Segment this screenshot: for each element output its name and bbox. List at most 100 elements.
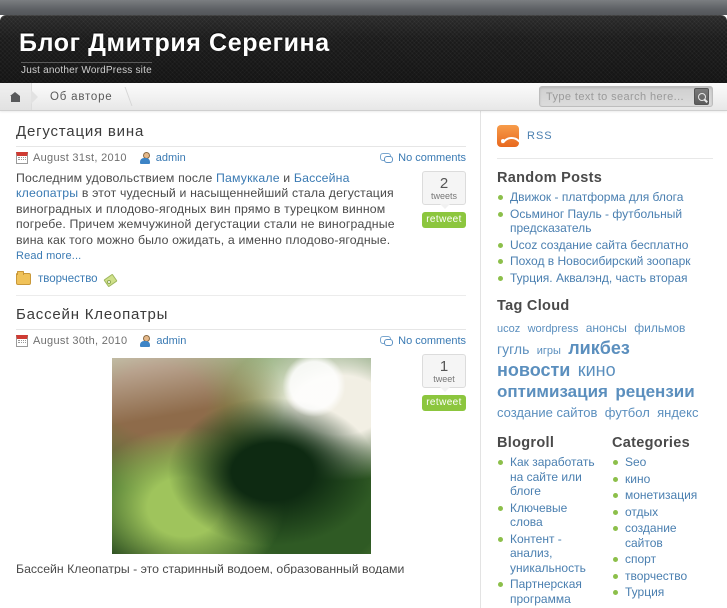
widget-title: Tag Cloud (497, 298, 570, 314)
list-item[interactable]: Ключевые слова (497, 501, 598, 532)
list-item[interactable]: кино (612, 472, 713, 489)
random-post-link[interactable]: Движок - платформа для блога (510, 190, 683, 204)
tag-link[interactable]: новости (497, 360, 570, 380)
random-post-link[interactable]: Осьминог Пауль - футбольный предсказател… (510, 207, 682, 236)
post-comments-link[interactable]: No comments (398, 152, 466, 164)
tweet-count-label: tweet (433, 374, 455, 385)
list-item[interactable]: Турция. Аквалэнд, часть вторая (497, 271, 713, 288)
list-item[interactable]: создание сайтов (612, 521, 713, 552)
site-title: Блог Дмитрия Серегина (19, 29, 330, 57)
search-icon (697, 92, 706, 101)
post-meta: August 31st, 2010 admin No comments (16, 147, 466, 171)
sidebar-columns: Blogroll Как заработать на сайте или бло… (497, 423, 713, 608)
excerpt-part-1: Последним удовольствием после (16, 171, 217, 185)
post-comments-link[interactable]: No comments (398, 335, 466, 347)
calendar-icon (16, 335, 28, 348)
random-post-link[interactable]: Поход в Новосибирский зоопарк (510, 254, 691, 268)
tag-link[interactable]: wordpress (528, 323, 579, 335)
post-excerpt: Бассейн Клеопатры - это старинный водоем… (16, 562, 405, 575)
search-input[interactable] (540, 90, 694, 103)
tag-link[interactable]: гугль (497, 341, 529, 357)
site-tagline: Just another WordPress site (21, 62, 152, 76)
post-author[interactable]: admin (156, 335, 186, 347)
inline-link-pamukkale[interactable]: Памуккале (216, 171, 280, 185)
post-author[interactable]: admin (156, 152, 186, 164)
post-body: Бассейн Клеопатры - это старинный водоем… (16, 354, 466, 574)
post-date: August 30th, 2010 (33, 335, 128, 348)
list-item[interactable]: отдых (612, 505, 713, 522)
rss-label[interactable]: RSS (527, 130, 553, 142)
blogroll-list: Как заработать на сайте или блоге Ключев… (497, 455, 598, 608)
post-title[interactable]: Дегустация вина (16, 123, 466, 147)
post-category-link[interactable]: творчество (38, 273, 98, 285)
list-item[interactable]: Осьминог Пауль - футбольный предсказател… (497, 207, 713, 238)
comment-bubble-icon (380, 152, 394, 164)
retweet-button[interactable]: retweet (422, 212, 466, 228)
category-link[interactable]: кино (625, 472, 650, 486)
post-author-link[interactable]: admin (156, 335, 186, 347)
blogroll-link[interactable]: Контент - анализ, уникальность (510, 532, 586, 575)
random-post-link[interactable]: Турция. Аквалэнд, часть вторая (510, 271, 688, 285)
tweet-count-bubble[interactable]: 1 tweet (422, 354, 466, 393)
list-item[interactable]: Поход в Новосибирский зоопарк (497, 254, 713, 271)
page-body: Дегустация вина August 31st, 2010 admin … (0, 111, 727, 608)
blogroll-link[interactable]: Как заработать на сайте или блоге (510, 455, 595, 498)
tag-link[interactable]: рецензии (615, 382, 694, 401)
tag-link[interactable]: ucoz (497, 323, 520, 335)
tag-link[interactable]: кино (578, 360, 616, 380)
tag-link[interactable]: яндекс (657, 405, 698, 420)
category-link[interactable]: монетизация (625, 488, 697, 502)
list-item[interactable]: спорт (612, 552, 713, 569)
comment-bubble-icon (380, 335, 394, 347)
tag-icon (105, 274, 117, 285)
tag-link[interactable]: оптимизация (497, 382, 608, 401)
post-author-link[interactable]: admin (156, 152, 186, 164)
read-more-link[interactable]: Read more... (16, 250, 81, 262)
rss-icon[interactable] (497, 125, 519, 147)
nav-item-home[interactable] (0, 83, 38, 110)
widget-blogroll: Blogroll Как заработать на сайте или бло… (497, 435, 598, 608)
rss-widget[interactable]: RSS (497, 125, 713, 159)
list-item[interactable]: монетизация (612, 488, 713, 505)
list-item[interactable]: Как заработать на сайте или блоге (497, 455, 598, 501)
tag-link[interactable]: игры (537, 345, 561, 357)
post-comments[interactable]: No comments (380, 335, 466, 347)
list-item[interactable]: Партнерская программа (497, 577, 598, 608)
blogroll-link[interactable]: Ключевые слова (510, 501, 567, 530)
calendar-icon (16, 152, 28, 164)
tag-link[interactable]: футбол (605, 405, 650, 420)
list-item[interactable]: Движок - платформа для блога (497, 190, 713, 207)
category-link[interactable]: Турция (625, 585, 664, 599)
category-link[interactable]: спорт (625, 552, 656, 566)
post-image[interactable] (112, 358, 371, 555)
widget-title: Random Posts (497, 170, 603, 186)
random-posts-list: Движок - платформа для блога Осьминог Па… (497, 190, 713, 287)
tag-link[interactable]: фильмов (634, 321, 685, 335)
tag-link[interactable]: создание сайтов (497, 405, 597, 420)
tag-link[interactable]: анонсы (586, 321, 627, 335)
widget-title: Blogroll (497, 435, 555, 451)
search-box[interactable] (539, 86, 713, 107)
list-item[interactable]: творчество (612, 569, 713, 586)
tag-link[interactable]: ликбез (568, 338, 630, 358)
category-link[interactable]: Seo (625, 455, 646, 469)
post-comments[interactable]: No comments (380, 152, 466, 164)
blogroll-link[interactable]: Партнерская программа (510, 577, 582, 606)
category-link[interactable]: отдых (625, 505, 658, 519)
category-link[interactable]: создание сайтов (625, 521, 677, 550)
tweet-count-bubble[interactable]: 2 tweets (422, 171, 466, 209)
list-item[interactable]: Ucoz создание сайта бесплатно (497, 238, 713, 255)
nav-item-about[interactable]: Об авторе (32, 83, 129, 110)
search-submit-button[interactable] (694, 88, 709, 105)
post-article: Бассейн Клеопатры August 30th, 2010 admi… (0, 306, 480, 574)
categories-list: Seo кино монетизация отдых создание сайт… (612, 455, 713, 602)
category-link[interactable]: творчество (625, 569, 687, 583)
list-item[interactable]: Seo (612, 455, 713, 472)
post-title[interactable]: Бассейн Клеопатры (16, 306, 466, 331)
random-post-link[interactable]: Ucoz создание сайта бесплатно (510, 238, 688, 252)
tweet-widget: 1 tweet retweet (422, 354, 466, 412)
retweet-button[interactable]: retweet (422, 395, 466, 412)
list-item[interactable]: Турция (612, 585, 713, 602)
list-item[interactable]: Контент - анализ, уникальность (497, 532, 598, 578)
user-icon (139, 152, 151, 164)
